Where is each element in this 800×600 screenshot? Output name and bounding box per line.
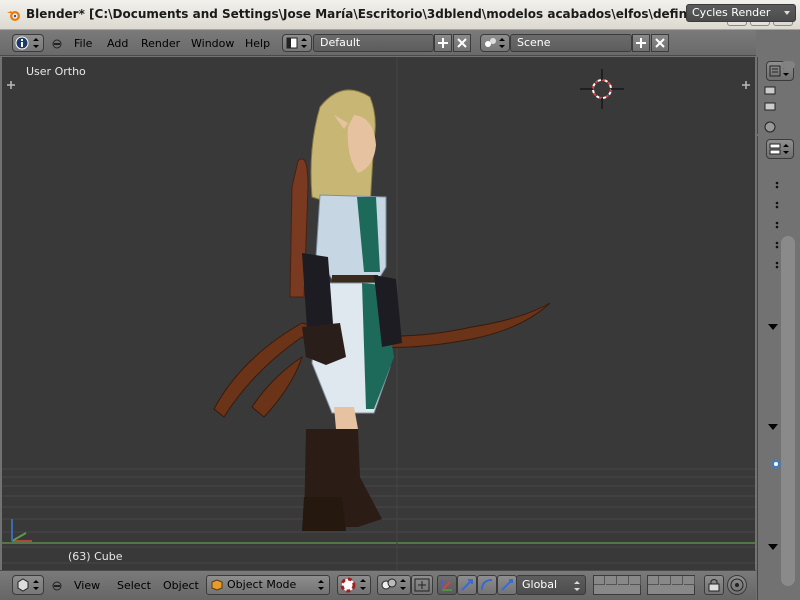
scale-manipulator[interactable]: [497, 575, 517, 595]
active-object-label: (63) Cube: [68, 550, 123, 563]
view-name-label: User Ortho: [26, 65, 86, 78]
view3d-editor-type-button[interactable]: [12, 575, 44, 595]
layer-lock-toggle[interactable]: [704, 575, 724, 595]
remove-screen-button[interactable]: [453, 34, 471, 52]
updown-arrows-icon: [318, 580, 324, 590]
rotate-icon: [481, 579, 493, 591]
properties-shelf-toggle[interactable]: [741, 79, 751, 93]
interaction-mode-label: Object Mode: [227, 578, 297, 591]
arrow-icon: [461, 579, 473, 591]
scene-icon: [485, 38, 505, 48]
collapse-triangle-icon[interactable]: [766, 542, 780, 552]
axis-gizmo: [11, 519, 32, 542]
render-layer-icon[interactable]: [764, 101, 776, 111]
menu-help[interactable]: Help: [245, 37, 270, 50]
collapse-menus-icon[interactable]: [52, 39, 62, 49]
plus-icon: [636, 38, 646, 48]
outliner-panel: [757, 57, 800, 134]
3d-viewport[interactable]: User Ortho (63) Cube: [2, 57, 755, 570]
toggle-dot-icon[interactable]: [770, 458, 782, 470]
plus-icon: [742, 81, 750, 89]
scale-icon: [501, 579, 513, 591]
rotate-manipulator[interactable]: [477, 575, 497, 595]
properties-panel: [757, 136, 800, 600]
menu-select[interactable]: Select: [117, 579, 151, 592]
world-icon[interactable]: [764, 121, 776, 133]
manipulator-toggle[interactable]: [437, 575, 457, 595]
proportional-edit-icon: [730, 578, 744, 592]
outliner-scrollbar[interactable]: [781, 61, 795, 69]
menu-object[interactable]: Object: [163, 579, 199, 592]
menu-add[interactable]: Add: [107, 37, 128, 50]
properties-editor-type-button[interactable]: [766, 139, 794, 159]
center-points-icon: [414, 578, 430, 592]
manipulator-icon: [441, 580, 452, 591]
pivot-point-select[interactable]: [377, 575, 411, 595]
scene-layers-group-2[interactable]: [647, 575, 695, 595]
proportional-edit-toggle[interactable]: [727, 575, 747, 595]
pivot-icon: [381, 578, 406, 590]
screen-layout-browse[interactable]: [282, 34, 312, 52]
scene-name[interactable]: Scene: [510, 34, 632, 52]
scene-layers-group-1[interactable]: [593, 575, 641, 595]
cube-icon: [17, 578, 39, 592]
collapse-triangle-icon[interactable]: [766, 322, 780, 332]
3d-cursor[interactable]: [580, 69, 624, 109]
plus-icon: [438, 38, 448, 48]
viewport-shading-select[interactable]: [337, 575, 371, 595]
menu-view[interactable]: View: [74, 579, 100, 592]
chevron-down-icon: [784, 11, 790, 15]
lock-icon: [708, 579, 720, 592]
shading-icon: [340, 577, 366, 593]
properties-scrollbar[interactable]: [781, 236, 795, 586]
menu-file[interactable]: File: [74, 37, 92, 50]
interaction-mode-select[interactable]: Object Mode: [206, 575, 330, 595]
plus-icon: [7, 81, 15, 89]
blender-logo-icon: [7, 11, 20, 21]
info-header: File Add Render Window Help Default Scen…: [0, 30, 756, 56]
collapse-menus-icon[interactable]: [52, 581, 62, 591]
add-screen-button[interactable]: [434, 34, 452, 52]
drag-handle-icon[interactable]: [774, 180, 780, 270]
manipulate-center-points-toggle[interactable]: [411, 575, 433, 595]
translate-manipulator[interactable]: [457, 575, 477, 595]
object-mode-icon: [211, 579, 223, 591]
transform-orientation-select[interactable]: Global: [516, 575, 586, 595]
tool-shelf-toggle[interactable]: [6, 79, 16, 93]
menu-render[interactable]: Render: [141, 37, 180, 50]
collapse-triangle-icon[interactable]: [766, 422, 780, 432]
menu-window[interactable]: Window: [191, 37, 234, 50]
viewport-canvas: [2, 57, 755, 570]
camera-icon[interactable]: [764, 85, 776, 95]
x-icon: [655, 38, 665, 48]
view3d-header: View Select Object Object Mode Global: [0, 570, 756, 600]
remove-scene-button[interactable]: [651, 34, 669, 52]
transform-orientation-label: Global: [522, 578, 558, 591]
add-scene-button[interactable]: [632, 34, 650, 52]
info-icon: [15, 36, 39, 50]
render-engine-select[interactable]: Cycles Render: [686, 4, 796, 22]
properties-icon: [769, 143, 789, 155]
screen-layout-name[interactable]: Default: [313, 34, 434, 52]
elf-character-model[interactable]: [213, 89, 551, 531]
window-title: Blender* [C:\Documents and Settings\Jose…: [26, 7, 726, 21]
x-icon: [457, 38, 467, 48]
window-titlebar: Blender* [C:\Documents and Settings\Jose…: [0, 0, 800, 30]
scene-browse[interactable]: [480, 34, 510, 52]
editor-type-button[interactable]: [12, 34, 44, 52]
layout-icon: [286, 37, 307, 49]
render-engine-label: Cycles Render: [692, 6, 771, 19]
updown-arrows-icon: [574, 581, 580, 591]
